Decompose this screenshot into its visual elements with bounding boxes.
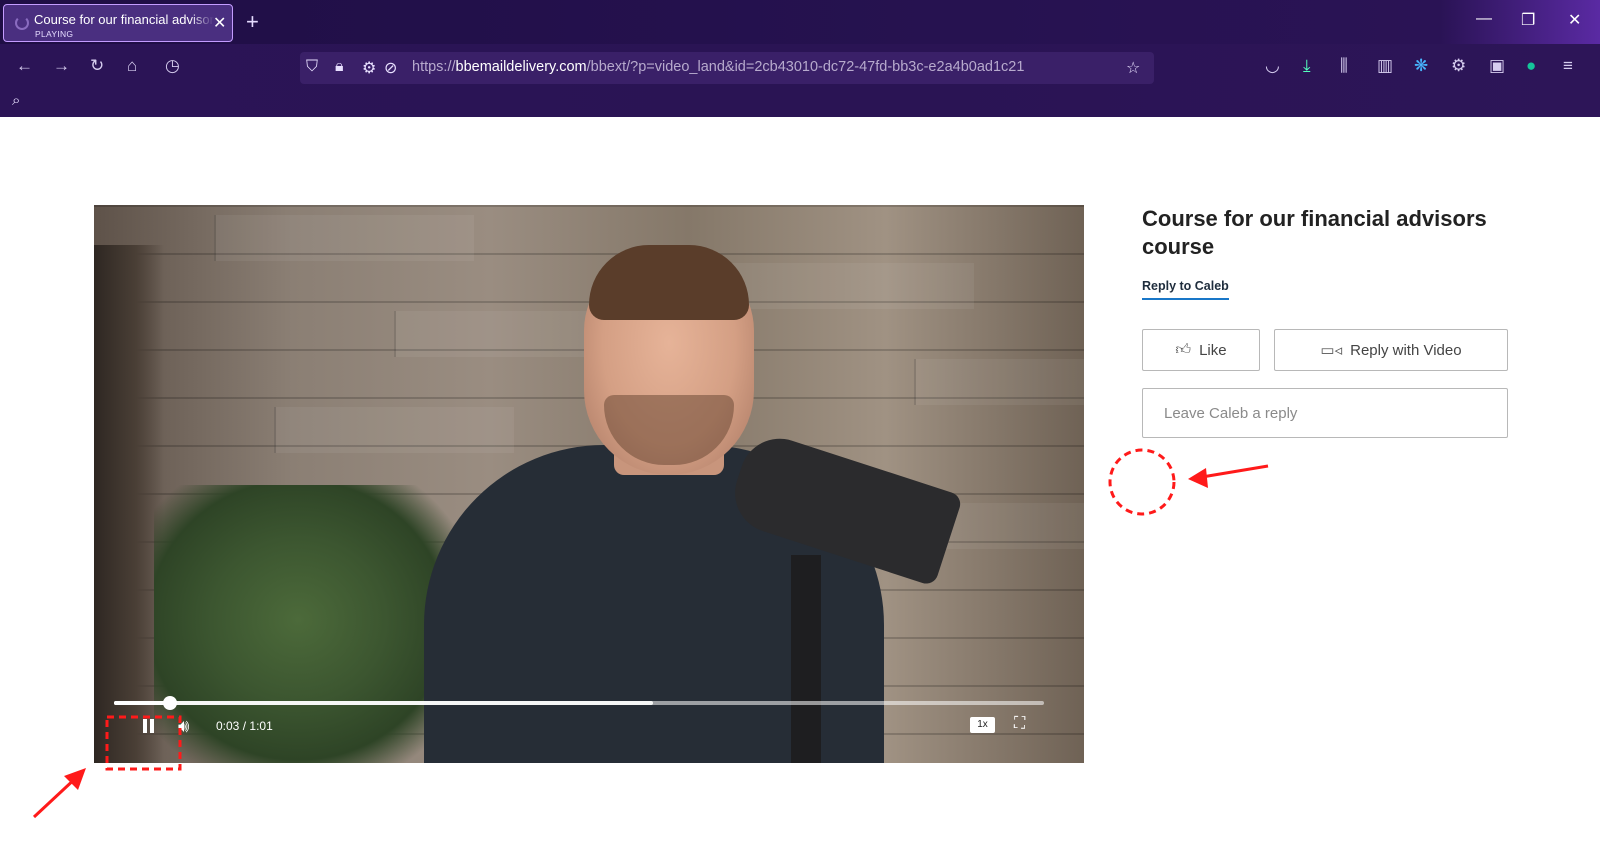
sidebar-icon[interactable]: ▥ <box>1377 56 1393 76</box>
browser-chrome: Course for our financial advisors PLAYIN… <box>0 0 1600 117</box>
video-player[interactable]: 🔊︎ 0:03 / 1:01 1x ⛶ <box>94 205 1084 763</box>
url-host: bbemaildelivery.com <box>455 59 587 75</box>
new-tab-icon[interactable]: + <box>246 9 259 35</box>
thumbs-up-icon: 👍︎ <box>1175 341 1192 358</box>
scrub-handle[interactable] <box>162 696 177 710</box>
search-icon[interactable]: ⌕ <box>12 92 20 109</box>
annotation-circle <box>1108 448 1176 516</box>
url-text[interactable]: https://bbemaildelivery.com/bbext/?p=vid… <box>412 59 1024 75</box>
loading-icon <box>15 16 29 30</box>
tab-title: Course for our financial advisors <box>34 12 214 27</box>
fullscreen-icon[interactable]: ⛶ <box>1014 715 1025 733</box>
reply-with-video-label: Reply with Video <box>1350 341 1462 359</box>
url-scheme: https:// <box>412 59 456 75</box>
video-camera-icon: ▭◃ <box>1320 342 1343 359</box>
time-separator: / <box>242 719 247 733</box>
pocket-icon[interactable]: ◡ <box>1265 56 1280 76</box>
settings-icon[interactable]: ⚙ <box>1451 56 1466 76</box>
pause-button[interactable] <box>140 718 158 736</box>
library-icon[interactable]: ⫼ <box>1340 56 1348 76</box>
lock-icon[interactable]: 🔒︎ <box>335 58 344 76</box>
extension-icon[interactable]: ❋ <box>1414 56 1428 76</box>
current-time: 0:03 <box>216 719 240 733</box>
like-label: Like <box>1199 341 1227 359</box>
restore-icon[interactable]: ❐ <box>1521 10 1535 30</box>
close-icon[interactable]: ✕ <box>213 13 226 33</box>
tab-status: PLAYING <box>35 29 74 39</box>
browser-tab[interactable]: Course for our financial advisors PLAYIN… <box>3 4 233 42</box>
played-bar <box>114 701 170 705</box>
page-title: Course for our financial advisors course <box>1142 206 1487 259</box>
address-bar[interactable]: ⛉ 🔒︎ ⚙ ⊘ https://bbemaildelivery.com/bbe… <box>300 52 1154 84</box>
grammarly-icon[interactable]: ● <box>1526 56 1536 76</box>
time-display: 0:03 / 1:01 <box>216 719 273 733</box>
window-close-icon[interactable]: ✕ <box>1568 10 1581 30</box>
minimize-icon[interactable]: — <box>1476 10 1492 28</box>
tracking-icon[interactable]: ⊘ <box>384 58 397 78</box>
reply-with-video-button[interactable]: ▭◃ Reply with Video <box>1274 329 1508 371</box>
permissions-icon[interactable]: ⚙ <box>362 58 376 78</box>
annotation-arrowhead <box>1188 468 1208 488</box>
bookmark-star-icon[interactable]: ☆ <box>1126 58 1140 78</box>
profile-icon[interactable]: ▣ <box>1489 56 1505 76</box>
shield-icon[interactable]: ⛉ <box>306 58 318 76</box>
annotation-arrowhead <box>64 768 86 790</box>
annotation-arrow <box>1201 464 1269 479</box>
annotation-arrow <box>32 774 80 819</box>
progress-bar[interactable] <box>114 696 1044 710</box>
reply-input[interactable] <box>1142 388 1508 438</box>
menu-icon[interactable]: ≡ <box>1563 56 1573 76</box>
duration: 1:01 <box>249 719 273 733</box>
download-icon[interactable]: ⤓ <box>1303 56 1311 76</box>
reload-icon[interactable]: ↻ <box>90 56 104 76</box>
back-icon[interactable]: ← <box>16 56 33 76</box>
tab-strip: Course for our financial advisors PLAYIN… <box>0 0 1600 44</box>
volume-icon[interactable]: 🔊︎ <box>178 716 189 737</box>
speed-button[interactable]: 1x <box>970 717 995 733</box>
history-icon[interactable]: ◷ <box>165 56 180 76</box>
buffered-bar <box>114 701 654 705</box>
home-icon[interactable]: ⌂ <box>127 56 137 76</box>
like-button[interactable]: 👍︎ Like <box>1142 329 1260 371</box>
tab-reply-to-caleb[interactable]: Reply to Caleb <box>1142 279 1229 300</box>
forward-icon[interactable]: → <box>53 56 70 76</box>
url-path: /bbext/?p=video_land&id=2cb43010-dc72-47… <box>586 59 1025 75</box>
